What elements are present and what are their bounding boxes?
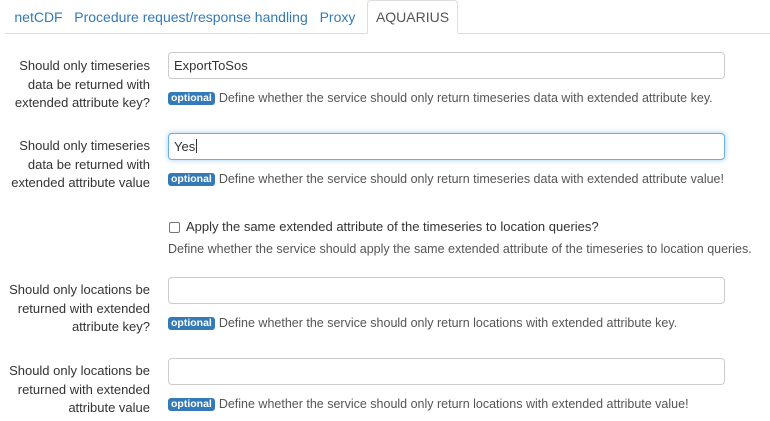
label-line: Should only timeseries <box>19 138 150 153</box>
label-line: extended attribute value <box>11 175 150 190</box>
optional-badge: optional <box>168 317 215 330</box>
help-text-locations-value: optional Define whether the service shoul… <box>168 396 689 412</box>
help-text: Define whether the service should only r… <box>218 397 689 411</box>
tab-aquarius[interactable]: AQUARIUS <box>367 0 458 34</box>
label-line: Should only locations be <box>9 282 150 297</box>
timeseries-key-input[interactable] <box>168 52 725 79</box>
label-line: attribute value <box>68 400 150 415</box>
help-text: Define whether the service should only r… <box>218 91 713 105</box>
apply-extended-attribute-checkbox[interactable] <box>169 222 180 233</box>
timeseries-value-input[interactable] <box>168 133 725 160</box>
label-line: returned with extended <box>17 300 150 316</box>
label-line: data be returned with <box>27 76 150 92</box>
help-text-locations-key: optional Define whether the service shoul… <box>168 315 677 331</box>
optional-badge: optional <box>168 173 215 186</box>
help-text: Define whether the service should only r… <box>218 172 724 186</box>
tab-netcdf[interactable]: netCDF <box>5 0 72 34</box>
tab-proxy[interactable]: Proxy <box>309 0 366 34</box>
label-line: Should only timeseries <box>19 58 150 73</box>
optional-badge: optional <box>168 92 215 105</box>
settings-tabs: netCDF Procedure request/response handli… <box>0 0 770 34</box>
apply-extended-attribute-label[interactable]: Apply the same extended attribute of the… <box>186 219 599 235</box>
field-label-timeseries-key: Should only timeseries data be returned … <box>0 57 150 113</box>
label-line: returned with extended <box>17 381 150 397</box>
label-line: data be returned with <box>27 156 150 172</box>
label-line: Should only locations be <box>9 363 150 378</box>
locations-key-input[interactable] <box>168 277 725 304</box>
label-line: extended attribute key? <box>14 95 150 110</box>
help-text-timeseries-key: optional Define whether the service shoul… <box>168 90 713 106</box>
field-label-timeseries-value: Should only timeseries data be returned … <box>0 137 150 193</box>
help-text: Define whether the service should only r… <box>218 316 678 330</box>
field-label-locations-value: Should only locations be returned with e… <box>0 362 150 418</box>
text-caret <box>196 139 197 153</box>
label-line: attribute key? <box>71 319 150 334</box>
optional-badge: optional <box>168 398 215 411</box>
tab-procedure-request-response-handling[interactable]: Procedure request/response handling <box>74 0 308 34</box>
help-text-timeseries-value: optional Define whether the service shoul… <box>168 171 724 187</box>
locations-value-input[interactable] <box>168 358 725 385</box>
apply-extended-attribute-help: Define whether the service should apply … <box>168 242 752 256</box>
field-label-locations-key: Should only locations be returned with e… <box>0 281 150 337</box>
